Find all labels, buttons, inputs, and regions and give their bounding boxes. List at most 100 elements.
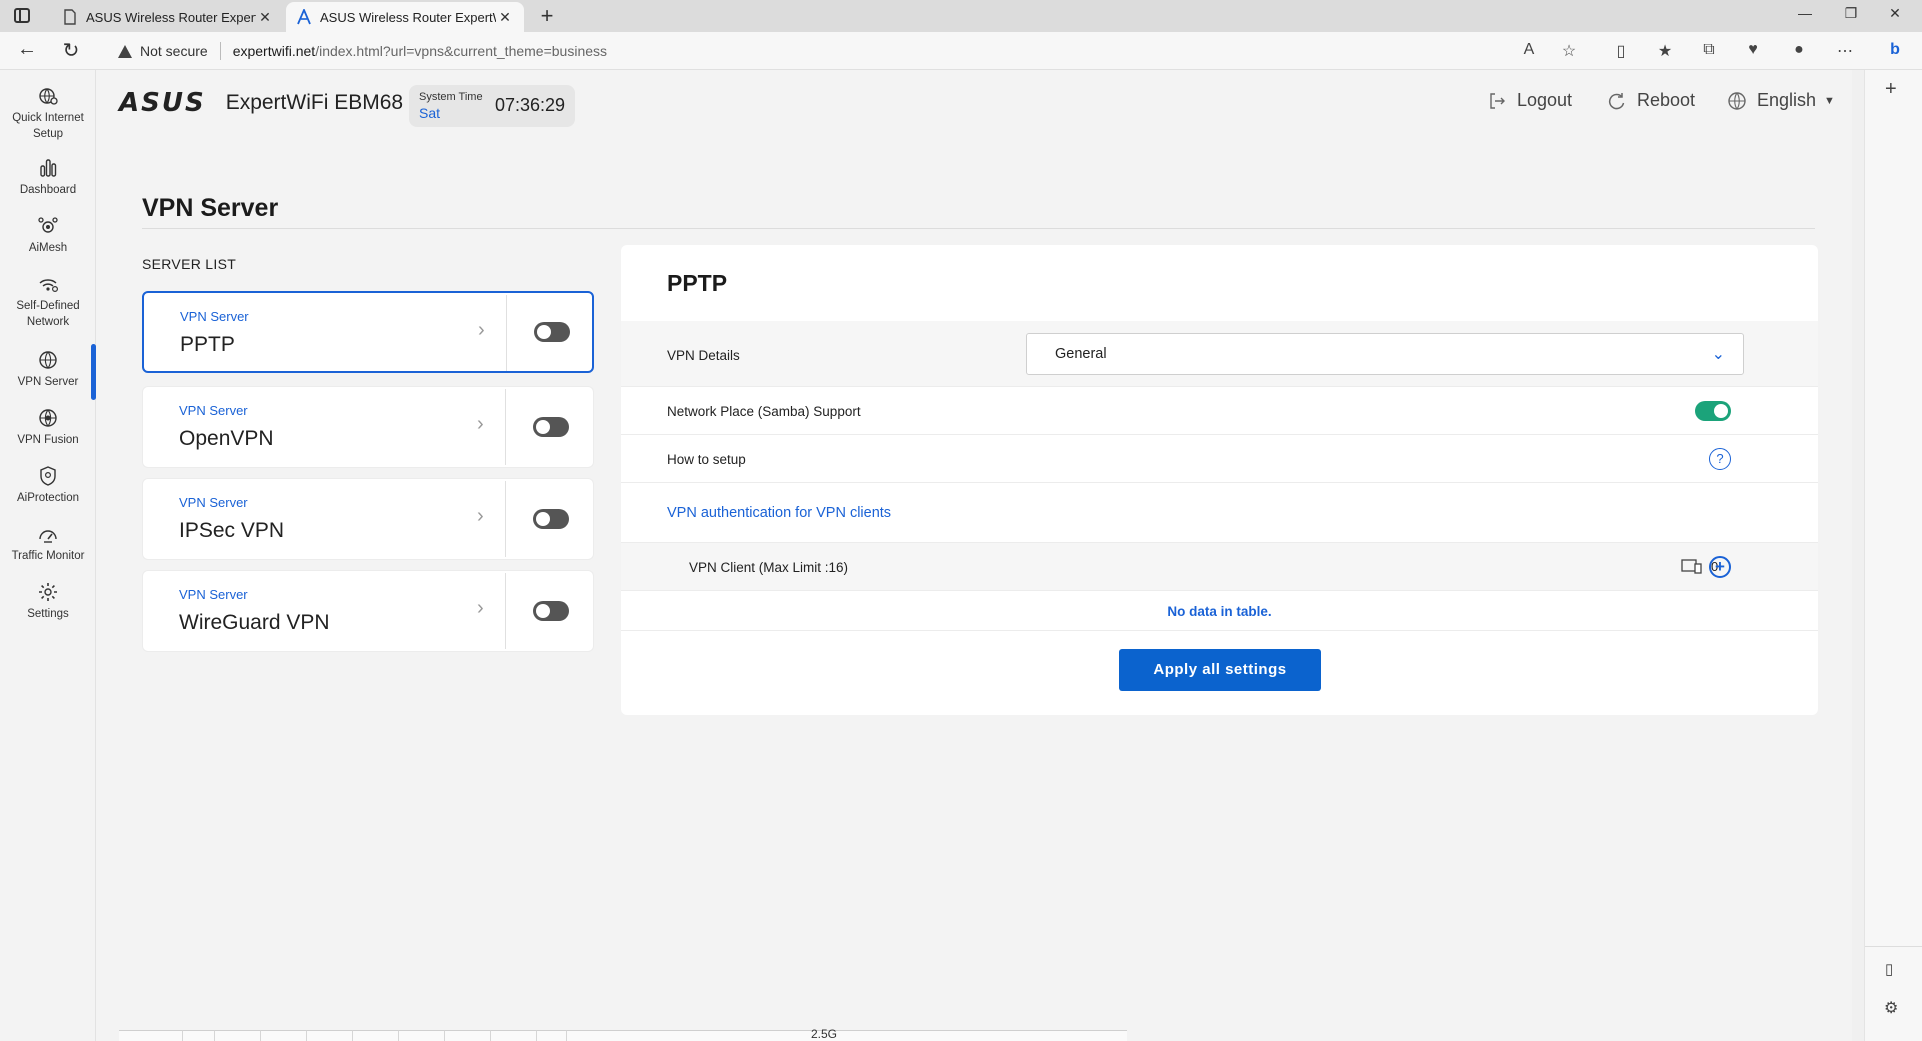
sidebar-item-label: Quick Internet Setup	[12, 112, 84, 140]
apply-all-settings-button[interactable]: Apply all settings	[1119, 649, 1321, 691]
no-data-message: No data in table.	[1167, 604, 1272, 619]
security-indicator[interactable]: Not secure	[100, 43, 208, 59]
system-day: Sat	[419, 105, 441, 121]
how-to-setup-label: How to setup	[667, 452, 746, 467]
panel-title: PPTP	[667, 270, 728, 296]
vpn-auth-link[interactable]: VPN authentication for VPN clients	[667, 505, 891, 521]
vpn-globe-icon	[39, 351, 57, 369]
sidebar-item-vpn-fusion[interactable]: VPN Fusion	[0, 406, 96, 448]
strip-segment	[261, 1030, 307, 1041]
ipsec-enable-toggle[interactable]	[533, 509, 569, 529]
sidebar-item-self-defined-network[interactable]: Self-Defined Network	[0, 272, 96, 330]
page-scrollbar[interactable]	[1852, 70, 1864, 1041]
split-screen-icon[interactable]: ▯	[1610, 41, 1632, 61]
read-aloud-icon[interactable]: A	[1518, 41, 1540, 59]
server-card-pptp[interactable]: VPN Server PPTP ›	[142, 291, 594, 373]
sidebar-item-dashboard[interactable]: Dashboard	[0, 156, 96, 198]
add-client-icon[interactable]: +	[1709, 556, 1731, 578]
tab-actions-icon[interactable]	[14, 8, 30, 23]
logout-icon	[1487, 91, 1507, 111]
how-to-setup-row: How to setup ?	[621, 435, 1818, 483]
not-secure-label: Not secure	[140, 43, 208, 59]
vpn-details-select[interactable]: General ⌄	[1026, 333, 1744, 375]
language-selector[interactable]: English ▼	[1727, 90, 1835, 111]
strip-segment	[183, 1030, 215, 1041]
close-tab-icon[interactable]: ✕	[496, 9, 514, 26]
system-clock: 07:36:29	[495, 95, 566, 115]
logout-button[interactable]: Logout	[1487, 90, 1572, 111]
sidebar-item-label: AiMesh	[28, 242, 68, 254]
help-icon[interactable]: ?	[1709, 448, 1731, 470]
back-icon[interactable]: ←	[14, 38, 40, 61]
reboot-button[interactable]: Reboot	[1607, 90, 1695, 111]
url-field[interactable]: Not secure expertwifi.net/index.html?url…	[100, 36, 1580, 66]
copilot-icon[interactable]: b	[1884, 41, 1906, 59]
sidebar-item-settings[interactable]: Settings	[0, 580, 96, 622]
close-tab-icon[interactable]: ✕	[256, 9, 274, 26]
server-card-subtitle: VPN Server	[179, 495, 248, 510]
hide-sidebar-icon[interactable]: ▯	[1885, 960, 1893, 978]
sidebar-item-label: Dashboard	[19, 184, 77, 196]
sidebar-item-quick-internet-setup[interactable]: Quick Internet Setup	[0, 84, 96, 142]
chevron-down-icon: ⌄	[1711, 346, 1725, 363]
vpn-details-row: VPN Details General ⌄	[621, 321, 1818, 387]
samba-toggle[interactable]	[1695, 401, 1731, 421]
pptp-enable-toggle[interactable]	[534, 322, 570, 342]
sidebar-item-vpn-server[interactable]: VPN Server	[0, 344, 96, 400]
vpn-details-label: VPN Details	[667, 348, 740, 363]
browser-tab-2[interactable]: ASUS Wireless Router ExpertWiFi ✕	[286, 2, 524, 32]
devices-icon	[1681, 559, 1702, 574]
speedometer-icon	[39, 530, 57, 543]
strip-segment	[537, 1030, 567, 1041]
browser-essentials-icon[interactable]: ♥	[1742, 41, 1764, 59]
reboot-icon	[1607, 91, 1627, 111]
more-menu-icon[interactable]: ⋯	[1834, 41, 1856, 61]
url-text: expertwifi.net/index.html?url=vpns&curre…	[233, 43, 607, 59]
server-card-openvpn[interactable]: VPN Server OpenVPN ›	[142, 386, 594, 468]
sidebar-item-label: Traffic Monitor	[11, 550, 85, 562]
client-table-empty-row: No data in table.	[621, 591, 1818, 631]
favorites-icon[interactable]: ★	[1654, 41, 1676, 61]
strip-segment	[445, 1030, 491, 1041]
sidebar-item-aimesh[interactable]: AiMesh	[0, 214, 96, 256]
chevron-right-icon: ›	[478, 319, 485, 341]
openvpn-enable-toggle[interactable]	[533, 417, 569, 437]
server-card-ipsec[interactable]: VPN Server IPSec VPN ›	[142, 478, 594, 560]
system-time-label: System Time	[419, 91, 483, 103]
samba-row: Network Place (Samba) Support	[621, 387, 1818, 435]
collections-icon[interactable]: ⧉	[1698, 41, 1720, 59]
card-divider	[506, 295, 507, 371]
sidebar-item-aiprotection[interactable]: AiProtection	[0, 464, 96, 506]
samba-label: Network Place (Samba) Support	[667, 404, 861, 419]
server-card-subtitle: VPN Server	[179, 403, 248, 418]
server-card-wireguard[interactable]: VPN Server WireGuard VPN ›	[142, 570, 594, 652]
brand-header: ASUS ExpertWiFi EBM68	[119, 88, 403, 118]
wifi-network-icon	[39, 279, 59, 293]
card-divider	[505, 389, 506, 465]
edge-sidebar: + ▯ ⚙	[1864, 70, 1922, 1041]
tab-title: ASUS Wireless Router ExpertWiFi	[86, 9, 256, 25]
strip-segment	[353, 1030, 399, 1041]
sidebar-settings-icon[interactable]: ⚙	[1884, 998, 1898, 1018]
add-sidebar-app-icon[interactable]: +	[1885, 78, 1897, 101]
bar-chart-icon	[40, 159, 57, 177]
title-divider	[142, 228, 1815, 229]
minimize-icon[interactable]: —	[1790, 5, 1820, 21]
window-close-icon[interactable]: ✕	[1880, 5, 1910, 22]
favorite-star-icon[interactable]: ☆	[1558, 41, 1580, 61]
tab-title: ASUS Wireless Router ExpertWiFi	[320, 9, 496, 25]
warning-icon	[118, 44, 132, 58]
url-path: /index.html?url=vpns&current_theme=busin…	[315, 43, 608, 59]
restore-icon[interactable]: ❐	[1836, 5, 1866, 22]
globe-gear-icon	[39, 88, 58, 105]
profile-avatar-icon[interactable]: ●	[1788, 41, 1810, 59]
new-tab-icon[interactable]: +	[534, 3, 560, 29]
card-divider	[505, 481, 506, 557]
sidebar-item-traffic-monitor[interactable]: Traffic Monitor	[0, 522, 96, 564]
page-icon	[62, 9, 78, 25]
browser-tab-1[interactable]: ASUS Wireless Router ExpertWiFi ✕	[52, 2, 284, 32]
wireguard-enable-toggle[interactable]	[533, 601, 569, 621]
refresh-icon[interactable]: ↻	[58, 38, 84, 63]
chevron-right-icon: ›	[477, 413, 484, 435]
strip-segment	[491, 1030, 537, 1041]
